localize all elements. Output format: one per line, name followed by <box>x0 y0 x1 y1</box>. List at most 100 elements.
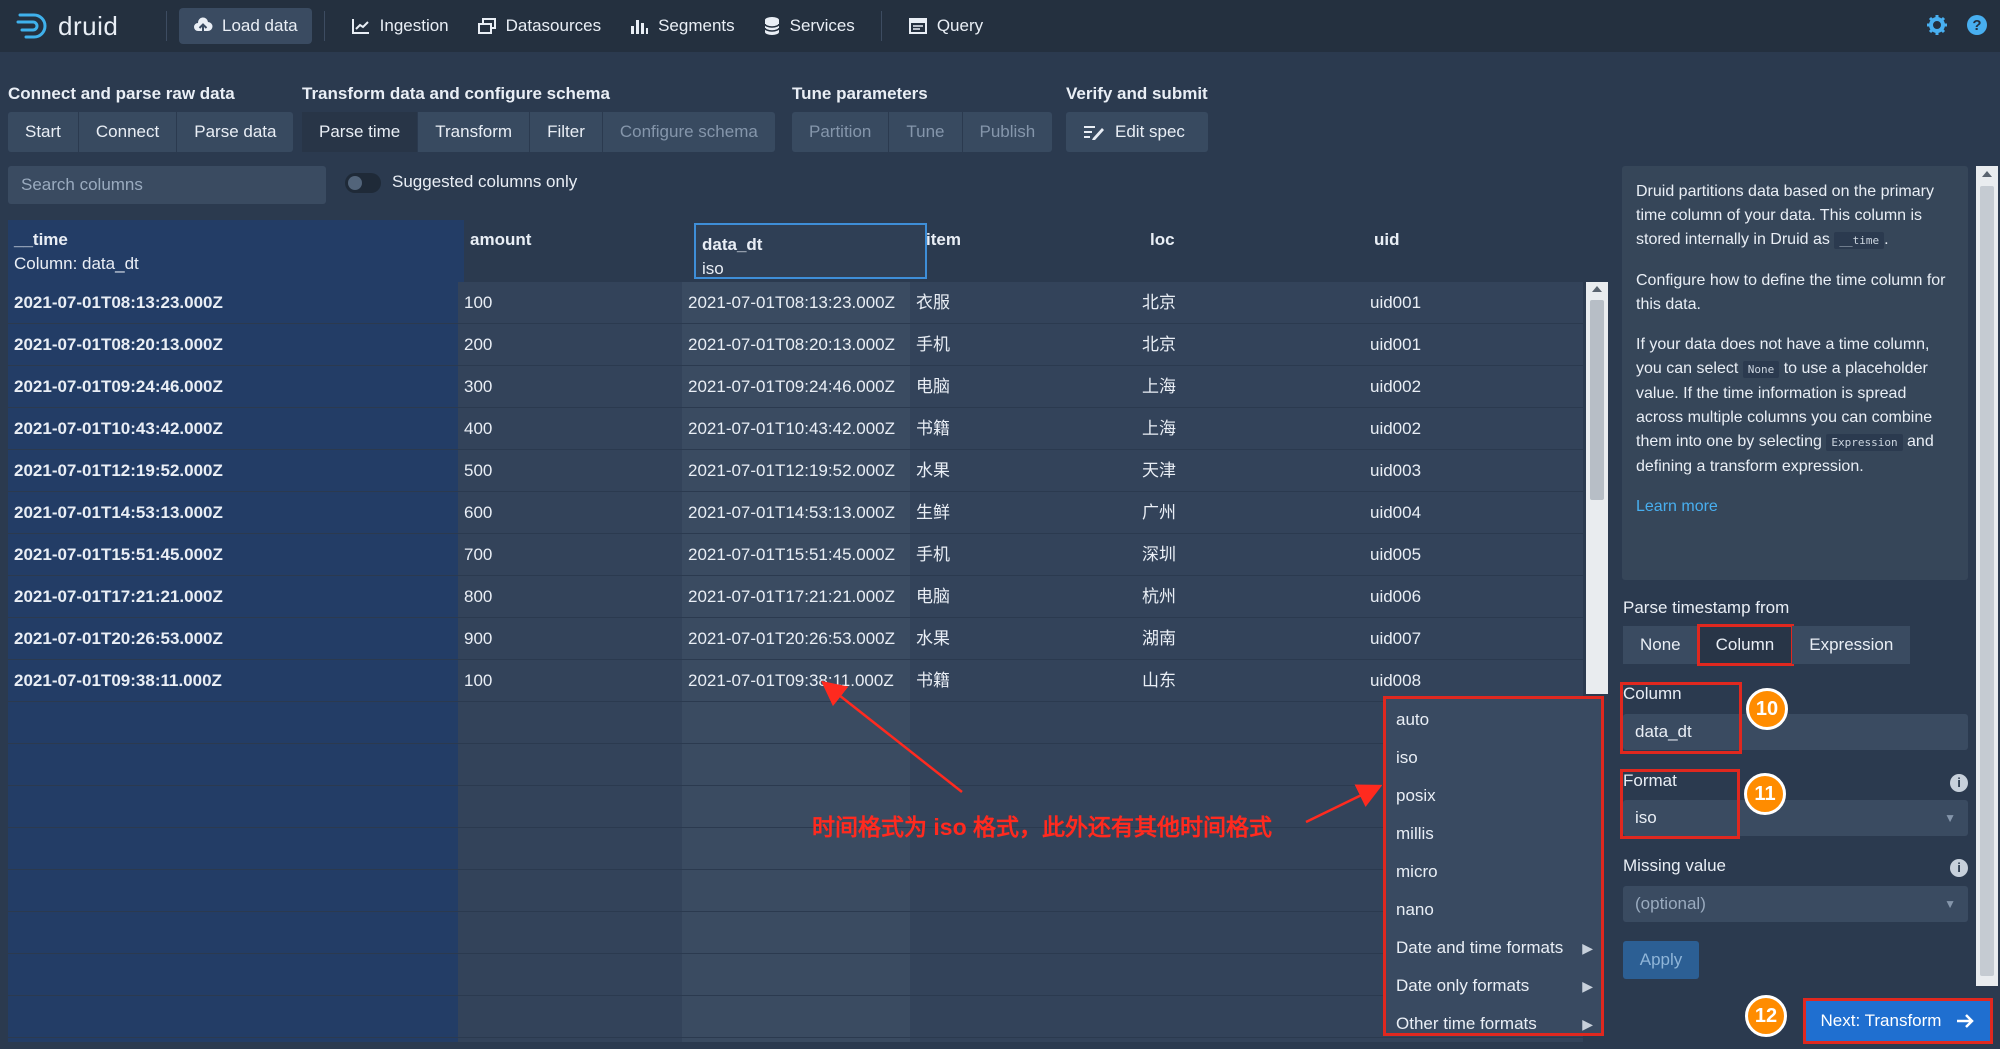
step-publish[interactable]: Publish <box>963 112 1053 152</box>
format-option-iso[interactable]: iso <box>1386 739 1601 777</box>
parse-none-button[interactable]: None <box>1623 626 1699 664</box>
step-group-connect: Connect and parse raw data Start Connect… <box>8 84 294 152</box>
nav-segments[interactable]: Segments <box>615 8 749 44</box>
parse-column-button[interactable]: Column <box>1696 624 1795 666</box>
scroll-up-icon[interactable] <box>1982 171 1992 177</box>
edit-spec-icon <box>1084 126 1104 140</box>
format-option-other-time-formats[interactable]: Other time formats ▶ <box>1386 1005 1601 1043</box>
chevron-right-icon: ▶ <box>1582 940 1593 956</box>
info-callout: Druid partitions data based on the prima… <box>1622 166 1968 580</box>
table-scrollbar[interactable] <box>1586 282 1608 694</box>
missing-value-info-icon[interactable]: i <box>1950 859 1968 877</box>
table-cell: 深圳 <box>1142 545 1176 564</box>
format-info-icon[interactable]: i <box>1950 774 1968 792</box>
table-row: 2021-07-01T17:21:21.000Z 800 2021-07-01T17… <box>8 576 1583 618</box>
menu-item-label: Date only formats <box>1396 976 1530 995</box>
empty-table-row <box>8 786 1583 828</box>
column-header-time[interactable]: __time Column: data_dt <box>8 220 464 282</box>
menu-item-label: Date and time formats <box>1396 938 1564 957</box>
column-name: uid <box>1374 230 1400 249</box>
step-configure-schema[interactable]: Configure schema <box>603 112 775 152</box>
table-cell: 书籍 <box>916 671 950 690</box>
table-cell: 100 <box>464 293 493 312</box>
format-option-auto[interactable]: auto <box>1386 701 1601 739</box>
toggle-knob <box>348 176 362 190</box>
table-cell: 2021-07-01T20:26:53.000Z <box>14 629 223 648</box>
table-cell: 400 <box>464 419 493 438</box>
table-cell: 600 <box>464 503 493 522</box>
menu-item-label: millis <box>1396 824 1434 843</box>
format-option-date-and-time-formats[interactable]: Date and time formats ▶ <box>1386 929 1601 967</box>
table-cell: 2021-07-01T12:19:52.000Z <box>688 461 895 480</box>
column-header-loc[interactable]: loc <box>1144 220 1368 282</box>
scroll-up-icon[interactable] <box>1592 286 1602 292</box>
column-name: loc <box>1150 230 1175 249</box>
scrollbar-thumb[interactable] <box>1980 186 1994 976</box>
menu-item-label: auto <box>1396 710 1430 729</box>
next-transform-button[interactable]: Next: Transform <box>1803 998 1993 1044</box>
format-option-nano[interactable]: nano <box>1386 891 1601 929</box>
step-tune[interactable]: Tune <box>889 112 963 152</box>
format-option-millis[interactable]: millis <box>1386 815 1601 853</box>
table-cell: 500 <box>464 461 493 480</box>
gear-icon[interactable] <box>1926 14 1948 36</box>
empty-table-row <box>8 744 1583 786</box>
table-cell: 900 <box>464 629 493 648</box>
info-paragraph: Configure how to define the time column … <box>1636 272 1946 313</box>
column-header-item[interactable]: item <box>920 220 1144 282</box>
format-option-posix[interactable]: posix <box>1386 777 1601 815</box>
step-transform[interactable]: Transform <box>418 112 531 152</box>
missing-value-select[interactable]: (optional) ▼ <box>1623 886 1968 922</box>
info-text: Druid partitions data based on the prima… <box>1636 183 1934 248</box>
table-cell: 北京 <box>1142 293 1176 312</box>
panel-scrollbar[interactable] <box>1976 166 1998 986</box>
nav-query[interactable]: Query <box>894 8 997 44</box>
learn-more-link[interactable]: Learn more <box>1636 498 1718 515</box>
empty-table-row <box>8 870 1583 912</box>
nav-label: Services <box>789 16 855 35</box>
step-filter[interactable]: Filter <box>530 112 603 152</box>
step-group-title: Transform data and configure schema <box>302 84 610 103</box>
nav-datasources[interactable]: Datasources <box>463 8 615 44</box>
step-connect[interactable]: Connect <box>79 112 178 152</box>
nav-label: Query <box>936 16 984 35</box>
column-name: data_dt <box>702 235 763 254</box>
table-cell: 2021-07-01T09:24:46.000Z <box>14 377 223 396</box>
step-parse-data[interactable]: Parse data <box>177 112 293 152</box>
nav-services[interactable]: Services <box>749 8 869 44</box>
info-paragraph: If your data does not have a time column… <box>1636 333 1954 479</box>
nav-label: Load data <box>222 16 298 35</box>
step-start[interactable]: Start <box>8 112 79 152</box>
druid-logo[interactable]: druid <box>16 11 154 42</box>
column-header-amount[interactable]: amount <box>464 220 690 282</box>
step-group-title: Tune parameters <box>792 84 928 103</box>
table-cell: 2021-07-01T15:51:45.000Z <box>14 545 223 564</box>
step-partition[interactable]: Partition <box>792 112 890 152</box>
parse-expression-button[interactable]: Expression <box>1792 626 1912 664</box>
step-bar: Partition Tune Publish <box>792 112 1053 152</box>
format-dropdown-menu: auto iso posix millis micro nano Date and time… <box>1383 696 1604 1036</box>
table-cell: 200 <box>464 335 493 354</box>
format-option-date-only-formats[interactable]: Date only formats ▶ <box>1386 967 1601 1005</box>
next-label: Next: Transform <box>1820 1011 1942 1030</box>
nav-ingestion[interactable]: Ingestion <box>337 8 463 44</box>
step-parse-time[interactable]: Parse time <box>302 112 419 152</box>
cloud-upload-icon <box>194 17 213 34</box>
column-header-uid[interactable]: uid <box>1368 220 1583 282</box>
table-cell: 山东 <box>1142 671 1176 690</box>
table-cell: uid001 <box>1370 293 1422 312</box>
nav-load-data[interactable]: Load data <box>179 8 312 44</box>
help-icon[interactable]: ? <box>1966 14 1988 36</box>
suggested-columns-toggle[interactable] <box>345 173 381 193</box>
format-option-micro[interactable]: micro <box>1386 853 1601 891</box>
table-cell: 2021-07-01T08:13:23.000Z <box>688 293 895 312</box>
scrollbar-thumb[interactable] <box>1590 300 1604 500</box>
column-header-data-dt[interactable]: data_dt iso <box>694 223 927 279</box>
step-edit-spec[interactable]: Edit spec <box>1066 112 1202 152</box>
search-columns-input[interactable]: Search columns <box>8 166 326 204</box>
table-cell: uid007 <box>1370 629 1422 648</box>
table-row: 2021-07-01T08:13:23.000Z 100 2021-07-01T08… <box>8 282 1583 324</box>
arrow-right-icon <box>1957 1014 1975 1028</box>
apply-button[interactable]: Apply <box>1623 941 1699 979</box>
column-name: item <box>926 230 961 249</box>
